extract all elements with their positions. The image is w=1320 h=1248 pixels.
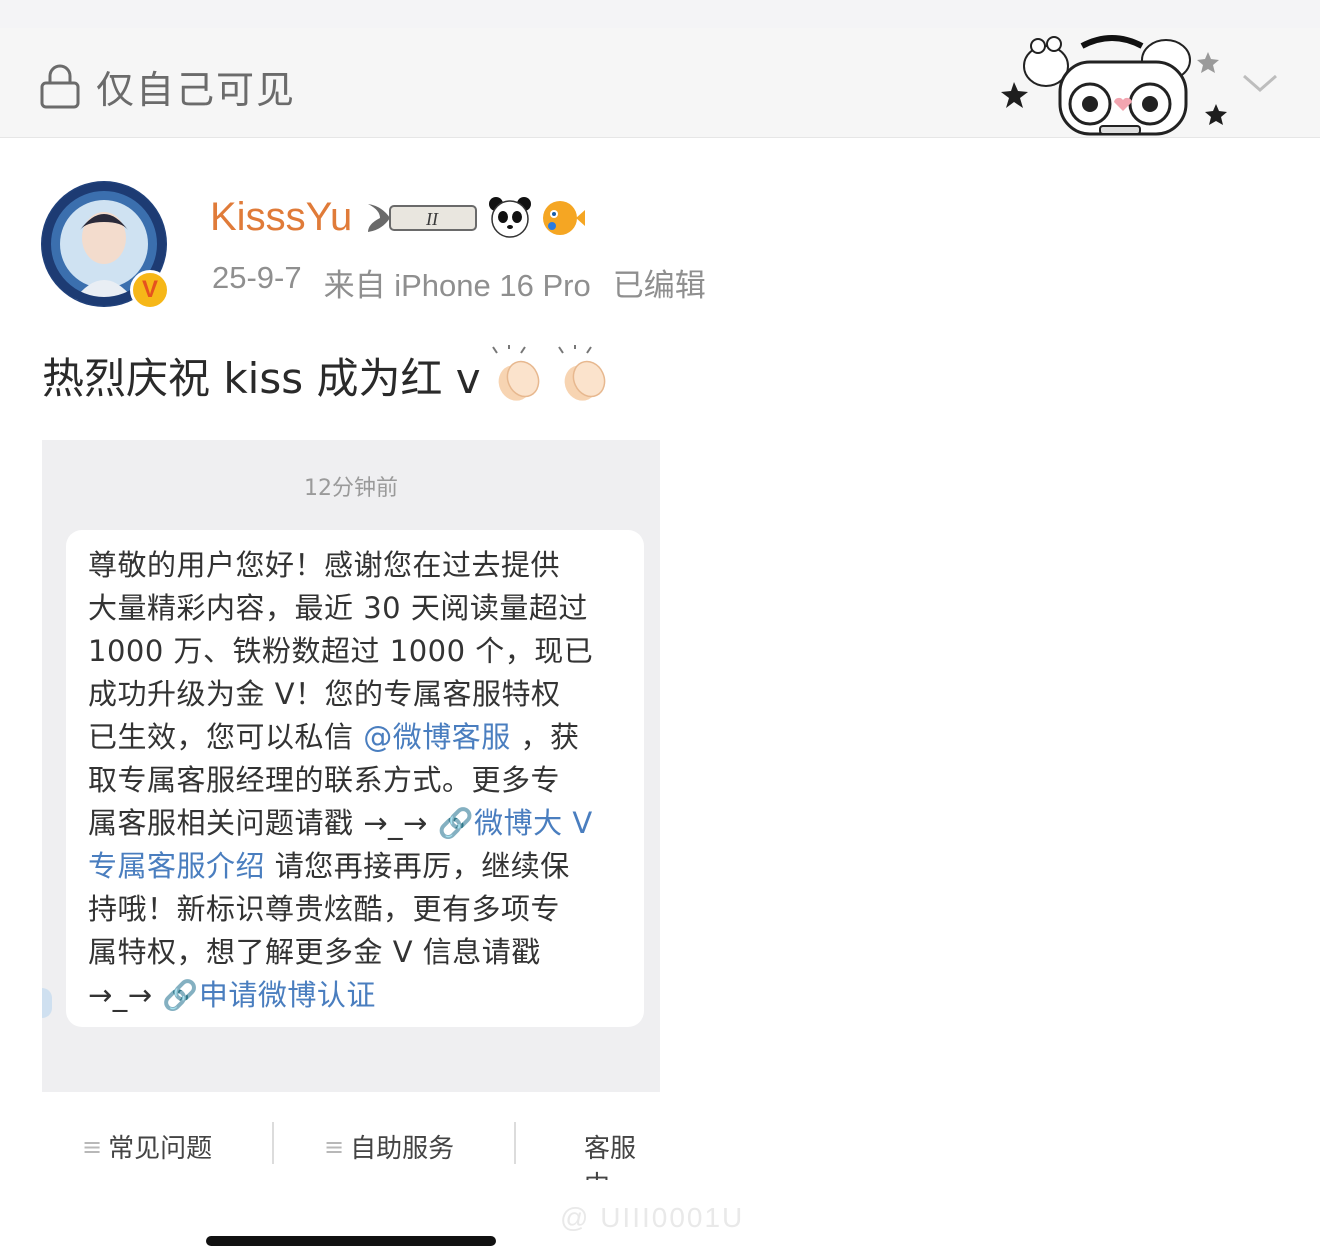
- message-line: 成功升级为金 V！您的专属客服特权: [88, 677, 561, 711]
- menu-icon: ≡: [82, 1132, 103, 1161]
- weibo-service-mention-link[interactable]: @微博客服: [363, 720, 511, 754]
- name-row: KisssYu II: [210, 192, 586, 242]
- message-text: →_→: [88, 978, 163, 1012]
- tab-self-service[interactable]: ≡ 自助服务: [324, 1128, 454, 1165]
- clapping-hands-icon: [557, 345, 606, 401]
- message-bubble: 尊敬的用户您好！感谢您在过去提供 大量精彩内容，最近 30 天阅读量超过 100…: [66, 530, 644, 1027]
- svg-text:II: II: [425, 209, 439, 229]
- message-line: →_→ 🔗申请微博认证: [88, 974, 626, 1017]
- chevron-down-icon[interactable]: [1240, 68, 1280, 98]
- message-text: 属客服相关问题请戳 →_→: [88, 806, 438, 840]
- message-line: 取专属客服经理的联系方式。更多专: [88, 763, 561, 797]
- visibility-header: 仅自己可见: [0, 28, 1320, 138]
- message-line: 属特权，想了解更多金 V 信息请戳: [88, 935, 541, 969]
- tab-service-center[interactable]: 客服中: [584, 1128, 660, 1180]
- lock-icon: [40, 64, 80, 109]
- tab-divider: [272, 1122, 274, 1164]
- edited-label[interactable]: 已编辑: [613, 260, 706, 305]
- attached-image[interactable]: 12分钟前 尊敬的用户您好！感谢您在过去提供 大量精彩内容，最近 30 天阅读量…: [42, 440, 660, 1092]
- message-line: 尊敬的用户您好！感谢您在过去提供: [88, 548, 561, 582]
- post-text: 热烈庆祝 kiss 成为红 v: [42, 353, 481, 403]
- status-strip: [0, 0, 1320, 28]
- apply-verification-link[interactable]: 🔗申请微博认证: [162, 978, 376, 1012]
- visibility-selector[interactable]: 仅自己可见: [40, 62, 296, 112]
- fan-badge-icon: II: [368, 204, 478, 232]
- visibility-label: 仅自己可见: [96, 67, 297, 112]
- post-source: 来自 iPhone 16 Pro: [323, 268, 591, 303]
- post-author: V KisssYu II 25-9-7 来自 iPhone 16 Pro 已编辑: [40, 180, 800, 310]
- badge-row: II: [364, 196, 586, 238]
- big-v-service-link-cont[interactable]: 专属客服介绍: [88, 849, 265, 883]
- cartoon-sticker: [1001, 35, 1227, 136]
- watermark: @ UIII0001U: [560, 1202, 745, 1233]
- verified-badge-icon: V: [130, 270, 170, 310]
- tab-divider: [514, 1122, 516, 1164]
- big-v-service-link[interactable]: 🔗微博大 V: [438, 806, 593, 840]
- message-text: 请您再接再厉，继续保: [265, 849, 570, 883]
- tab-faq[interactable]: ≡ 常见问题: [82, 1128, 212, 1165]
- pufferfish-icon: [543, 201, 586, 235]
- tab-label: 常见问题: [108, 1134, 213, 1164]
- message-line: 1000 万、铁粉数超过 1000 个，现已: [88, 634, 594, 668]
- menu-icon: ≡: [324, 1132, 345, 1161]
- message-text: ，获: [510, 720, 580, 754]
- message-line: 持哦！新标识尊贵炫酷，更有多项专: [88, 892, 561, 926]
- post-body: 热烈庆祝 kiss 成为红 v: [42, 345, 613, 405]
- message-line: 已生效，您可以私信 @微博客服 ，获: [88, 716, 626, 759]
- message-line: 大量精彩内容，最近 30 天阅读量超过: [88, 591, 588, 625]
- tab-label: 自助服务: [350, 1134, 455, 1164]
- message-line: 属客服相关问题请戳 →_→ 🔗微博大 V: [88, 802, 626, 845]
- home-indicator[interactable]: [206, 1236, 496, 1246]
- post-date: 25-9-7: [212, 260, 302, 295]
- message-text: 已生效，您可以私信: [88, 720, 364, 754]
- image-bottom-tabs: ≡常见问题 ≡自助服务 客服中: [42, 1110, 660, 1180]
- post-meta: 25-9-7 来自 iPhone 16 Pro 已编辑: [212, 260, 706, 305]
- sender-avatar-edge: [42, 988, 52, 1018]
- clapping-hands-icon: [491, 345, 540, 401]
- username-link[interactable]: KisssYu: [210, 195, 352, 240]
- tab-label: 客服中: [584, 1134, 637, 1180]
- message-line: 专属客服介绍 请您再接再厉，继续保: [88, 845, 626, 888]
- panda-icon: [489, 197, 532, 238]
- message-timestamp: 12分钟前: [304, 476, 398, 501]
